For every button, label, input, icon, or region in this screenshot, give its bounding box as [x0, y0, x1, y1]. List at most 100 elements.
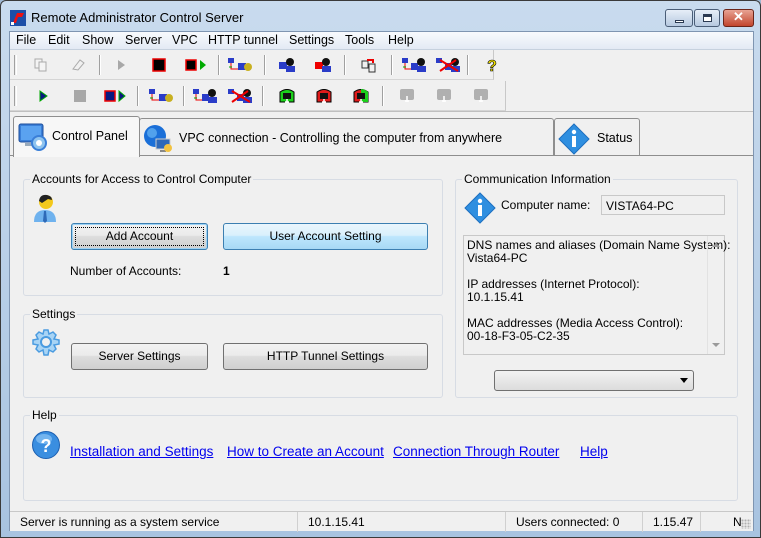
user-blue-button[interactable] — [276, 55, 298, 75]
connect-user-button[interactable] — [400, 55, 428, 75]
toolbar-secondary — [10, 81, 506, 111]
menu-settings[interactable]: Settings — [289, 33, 334, 47]
status-users-connected: Users connected: 0 — [506, 512, 643, 532]
monitor-disabled-icon — [474, 89, 488, 102]
red-green-monitor-button[interactable] — [350, 86, 372, 106]
help-group: Help ? Installation and Settings How to … — [23, 408, 738, 501]
help-button[interactable]: ? — [481, 55, 503, 75]
copy-button[interactable] — [30, 55, 52, 75]
network-settings-icon — [228, 58, 252, 71]
scroll-down-icon[interactable] — [712, 343, 720, 347]
green-monitor-icon — [279, 89, 295, 103]
toolbar-main: ? — [10, 50, 497, 80]
toolbar-separator — [99, 55, 101, 75]
maximize-icon — [703, 14, 712, 22]
maximize-button[interactable] — [694, 9, 720, 27]
monitor-disabled-icon — [400, 89, 414, 102]
menu-http-tunnel[interactable]: HTTP tunnel — [208, 33, 278, 47]
connect-user-button-2[interactable] — [191, 86, 219, 106]
http-tunnel-settings-button[interactable]: HTTP Tunnel Settings — [223, 343, 428, 370]
status-ip: 10.1.15.41 — [298, 512, 506, 532]
tab-label: Status — [597, 131, 633, 145]
settings-group: Settings Server Settings HTTP Tunnel Set… — [23, 307, 443, 398]
network-adapter-dropdown[interactable] — [494, 370, 694, 391]
stop-server-button[interactable] — [69, 86, 91, 106]
menu-file[interactable]: File — [16, 33, 36, 47]
menu-show[interactable]: Show — [82, 33, 113, 47]
computer-name-field[interactable]: VISTA64-PC — [601, 195, 725, 215]
svg-text:?: ? — [487, 58, 497, 73]
communication-group: Communication Information Computer name:… — [455, 172, 738, 398]
tab-strip: Control Panel VPC connection - Controlli… — [10, 114, 753, 157]
stop-play-icon — [104, 89, 126, 103]
green-monitor-button[interactable] — [276, 86, 298, 106]
resize-grip[interactable] — [741, 519, 751, 529]
copy-icon — [34, 58, 47, 72]
toolbar-separator — [264, 55, 266, 75]
toolbar-divider — [10, 111, 753, 112]
title-bar[interactable]: Remote Administrator Control Server ✕ — [1, 1, 760, 31]
link-help[interactable]: Help — [580, 444, 608, 459]
minimize-button[interactable] — [665, 9, 693, 27]
monitor-button-2[interactable] — [433, 86, 455, 106]
red-monitor-icon — [316, 89, 332, 103]
menu-tools[interactable]: Tools — [345, 33, 374, 47]
start-button[interactable] — [110, 55, 132, 75]
restart-server-button[interactable] — [103, 86, 129, 106]
network-settings-button[interactable] — [225, 55, 255, 75]
chevron-down-icon — [680, 378, 688, 383]
monitor-button-3[interactable] — [470, 86, 492, 106]
communication-group-title: Communication Information — [462, 172, 613, 186]
red-green-monitor-icon — [353, 89, 369, 103]
link-installation-and-settings[interactable]: Installation and Settings — [70, 444, 213, 459]
stop-icon — [152, 58, 166, 72]
menu-help[interactable]: Help — [388, 33, 414, 47]
control-panel-icon — [18, 123, 47, 151]
stop-start-button[interactable] — [184, 55, 210, 75]
link-how-to-create-account[interactable]: How to Create an Account — [227, 444, 384, 459]
start-server-button[interactable] — [32, 86, 54, 106]
status-version: 1.15.47 — [643, 512, 701, 532]
toolbar-separator — [467, 55, 469, 75]
disconnect-user-button[interactable] — [434, 55, 462, 75]
network-details-textbox[interactable]: DNS names and aliases (Domain Name Syste… — [463, 235, 730, 355]
stop-icon — [74, 90, 86, 102]
user-red-button[interactable] — [312, 55, 334, 75]
network-settings-button-2[interactable] — [146, 86, 176, 106]
stop-play-icon — [185, 59, 206, 71]
stop-button[interactable] — [148, 55, 170, 75]
window-title: Remote Administrator Control Server — [31, 10, 244, 25]
close-icon: ✕ — [733, 9, 744, 24]
link-connection-through-router[interactable]: Connection Through Router — [393, 444, 559, 459]
user-account-icon — [34, 194, 56, 223]
svg-text:?: ? — [41, 436, 52, 456]
accounts-group-title: Accounts for Access to Control Computer — [30, 172, 254, 186]
toolbar-grip[interactable] — [14, 55, 17, 75]
user-account-setting-button[interactable]: User Account Setting — [223, 223, 428, 250]
info-icon — [464, 192, 496, 224]
tab-control-panel[interactable]: Control Panel — [13, 116, 140, 157]
connect-user-icon — [402, 58, 426, 72]
monitor-button-1[interactable] — [396, 86, 418, 106]
details-scrollbar[interactable] — [707, 236, 724, 354]
server-settings-button[interactable]: Server Settings — [71, 343, 208, 370]
close-button[interactable]: ✕ — [723, 9, 754, 27]
menu-server[interactable]: Server — [125, 33, 162, 47]
gear-icon — [32, 329, 60, 356]
tab-vpc-connection[interactable]: VPC connection - Controlling the compute… — [139, 118, 554, 156]
export-button[interactable] — [358, 55, 380, 75]
monitor-disabled-icon — [437, 89, 451, 102]
add-account-button[interactable]: Add Account — [71, 223, 208, 250]
toolbar-separator — [218, 55, 220, 75]
menu-edit[interactable]: Edit — [48, 33, 70, 47]
scroll-up-icon[interactable] — [712, 243, 720, 247]
erase-button[interactable] — [67, 55, 89, 75]
status-service: Server is running as a system service — [10, 512, 298, 532]
toolbar-separator — [137, 86, 139, 106]
tab-status[interactable]: Status — [554, 118, 640, 156]
help-circle-icon: ? — [32, 431, 60, 459]
disconnect-user-button-2[interactable] — [226, 86, 254, 106]
red-monitor-button[interactable] — [313, 86, 335, 106]
menu-vpc[interactable]: VPC — [172, 33, 198, 47]
toolbar-grip[interactable] — [14, 86, 17, 106]
